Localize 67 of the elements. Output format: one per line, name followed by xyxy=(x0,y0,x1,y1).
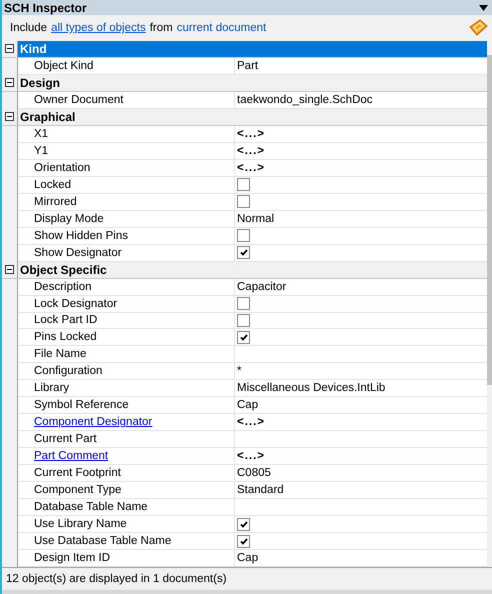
collapse-icon[interactable] xyxy=(5,44,14,54)
property-name: X1 xyxy=(18,126,235,142)
property-name: Mirrored xyxy=(18,194,235,210)
property-name: Pins Locked xyxy=(18,329,235,346)
collapse-icon[interactable] xyxy=(5,265,14,274)
mixed-value: <...> xyxy=(237,162,266,174)
checkmark-icon xyxy=(240,538,248,545)
property-name: Show Hidden Pins xyxy=(18,228,235,244)
collapse-icon[interactable] xyxy=(5,112,14,122)
filter-label: Include xyxy=(10,22,48,34)
property-name: Database Table Name xyxy=(18,499,235,516)
mixed-value: <...> xyxy=(237,128,266,140)
property-value: C0805 xyxy=(237,467,271,480)
property-name: Lock Part ID xyxy=(18,312,235,328)
property-name: Symbol Reference xyxy=(18,397,235,414)
property-name: Current Footprint xyxy=(18,465,235,482)
property-name: Orientation xyxy=(18,160,235,176)
category-header[interactable]: Kind xyxy=(18,41,487,57)
property-name: Use Library Name xyxy=(18,516,235,532)
checkmark-icon xyxy=(240,520,248,528)
checkbox[interactable] xyxy=(237,178,250,192)
mixed-value: <...> xyxy=(237,416,266,428)
property-name: Use Database Table Name xyxy=(18,533,235,550)
checkmark-icon xyxy=(240,249,248,256)
property-name: Configuration xyxy=(18,363,235,380)
property-name: Design Item ID xyxy=(18,550,235,566)
checkbox[interactable] xyxy=(237,518,250,531)
property-name: Lock Designator xyxy=(18,296,235,312)
property-name: Display Mode xyxy=(18,210,235,227)
filter-label: from xyxy=(150,22,173,34)
property-name: Y1 xyxy=(18,142,235,159)
checkbox[interactable] xyxy=(237,314,250,327)
property-value: taekwondo_single.SchDoc xyxy=(237,94,373,106)
checkbox[interactable] xyxy=(237,246,250,260)
property-value: Cap xyxy=(237,399,258,412)
checkbox[interactable] xyxy=(237,534,250,548)
dropdown-icon[interactable] xyxy=(479,4,488,10)
object-types-link[interactable]: all types of objects xyxy=(51,22,146,34)
property-value: Cap xyxy=(237,552,258,564)
eraser-icon[interactable] xyxy=(468,19,488,37)
checkbox[interactable] xyxy=(237,330,250,344)
checkbox[interactable] xyxy=(237,297,250,310)
property-name: Owner Document xyxy=(18,92,235,108)
property-value: Part xyxy=(237,60,258,72)
property-name: Locked xyxy=(18,176,235,193)
property-value: Standard xyxy=(237,484,284,496)
property-name: Current Part xyxy=(18,431,235,448)
scope-link[interactable]: current document xyxy=(176,22,266,34)
property-name: Library xyxy=(18,380,235,396)
property-value: Capacitor xyxy=(237,280,286,293)
checkmark-icon xyxy=(240,334,248,341)
property-link[interactable]: Part Comment xyxy=(18,448,235,464)
property-name: Description xyxy=(18,278,235,295)
mixed-value: <...> xyxy=(237,450,266,462)
checkbox[interactable] xyxy=(237,195,250,208)
checkbox[interactable] xyxy=(237,229,250,242)
property-value: * xyxy=(237,365,242,378)
property-name: Show Designator xyxy=(18,244,235,261)
property-value: Normal xyxy=(237,212,274,225)
property-name: Component Type xyxy=(18,482,235,498)
property-value: Miscellaneous Devices.IntLib xyxy=(237,382,386,394)
mixed-value: <...> xyxy=(237,144,266,157)
property-link[interactable]: Component Designator xyxy=(18,414,235,430)
collapse-icon[interactable] xyxy=(5,78,14,88)
property-name: File Name xyxy=(18,346,235,362)
property-name: Object Kind xyxy=(18,58,235,74)
panel-title: SCH Inspector xyxy=(4,0,87,14)
